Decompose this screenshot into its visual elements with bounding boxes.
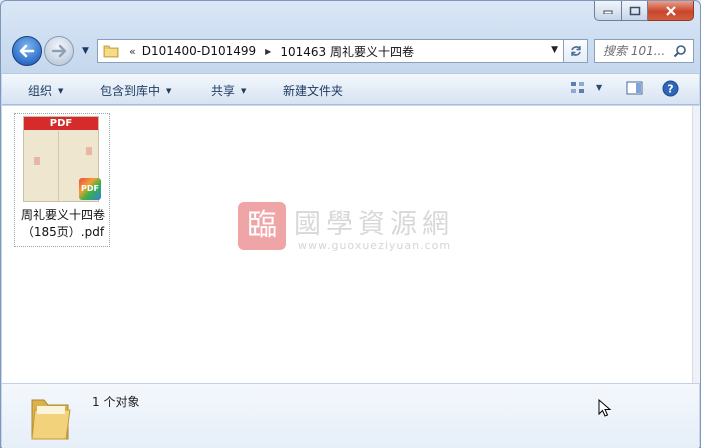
page-divider bbox=[58, 131, 59, 201]
share-menu[interactable]: 共享 ▼ bbox=[211, 82, 246, 99]
chevron-down-icon: ▼ bbox=[241, 87, 247, 95]
forward-arrow-icon bbox=[51, 44, 67, 58]
chevron-down-icon: ▼ bbox=[58, 87, 64, 95]
pdf-thumb-label: PDF bbox=[24, 117, 98, 130]
preview-pane-icon bbox=[626, 81, 643, 95]
folder-icon bbox=[31, 399, 71, 440]
share-label: 共享 bbox=[211, 84, 236, 98]
file-list-pane[interactable]: PDF PDF 周礼要义十四卷（185页）.pdf 臨 國學資源網 www.gu… bbox=[2, 106, 692, 383]
search-input[interactable] bbox=[603, 44, 681, 58]
back-button[interactable] bbox=[12, 36, 42, 66]
seal-mark bbox=[34, 157, 40, 165]
chevron-down-icon: ▼ bbox=[166, 87, 172, 95]
folder-icon bbox=[103, 45, 119, 58]
breadcrumb-current[interactable]: 101463 周礼要义十四卷 bbox=[280, 43, 414, 60]
new-folder-button[interactable]: 新建文件夹 bbox=[283, 82, 343, 99]
close-button[interactable] bbox=[648, 1, 694, 21]
address-history-dropdown[interactable]: ▼ bbox=[551, 45, 558, 55]
item-count: 1 个对象 bbox=[92, 395, 140, 409]
back-arrow-icon bbox=[19, 44, 35, 58]
view-grid-icon bbox=[571, 82, 584, 93]
breadcrumb-parent[interactable]: D101400-D101499 bbox=[142, 44, 256, 58]
preview-pane-button[interactable] bbox=[626, 80, 644, 99]
maximize-button[interactable] bbox=[621, 1, 648, 21]
help-button[interactable]: ? bbox=[662, 80, 679, 100]
navigation-bar: ▼ « D101400-D101499 ▶ 101463 周礼要义十四卷 ▼ bbox=[9, 35, 694, 66]
help-icon: ? bbox=[662, 80, 679, 97]
watermark-title: 國學資源網 bbox=[294, 209, 454, 240]
minimize-button[interactable] bbox=[594, 1, 621, 21]
watermark-url: www.guoxueziyuan.com bbox=[298, 239, 452, 252]
details-pane: 1 个对象 bbox=[2, 383, 699, 448]
mouse-cursor-icon bbox=[598, 399, 612, 417]
svg-text:?: ? bbox=[667, 83, 673, 96]
search-box[interactable] bbox=[594, 39, 694, 63]
refresh-button[interactable] bbox=[564, 39, 588, 63]
file-name-label[interactable]: 周礼要义十四卷（185页）.pdf bbox=[9, 207, 117, 241]
forward-button[interactable] bbox=[44, 36, 74, 66]
command-bar: 组织 ▼ 包含到库中 ▼ 共享 ▼ 新建文件夹 ▼ ? bbox=[2, 73, 699, 105]
caption-buttons bbox=[594, 1, 694, 21]
include-in-library-label: 包含到库中 bbox=[100, 84, 161, 98]
recent-pages-dropdown[interactable]: ▼ bbox=[82, 46, 89, 56]
maximize-icon bbox=[629, 6, 640, 15]
view-options-dropdown[interactable]: ▼ bbox=[596, 83, 602, 92]
explorer-window: ▼ « D101400-D101499 ▶ 101463 周礼要义十四卷 ▼ 搜… bbox=[0, 0, 701, 448]
include-in-library-menu[interactable]: 包含到库中 ▼ bbox=[100, 82, 171, 99]
pdf-file-icon: PDF bbox=[79, 178, 101, 200]
organize-menu[interactable]: 组织 ▼ bbox=[28, 82, 63, 99]
breadcrumb-separator-arrow-icon[interactable]: ▶ bbox=[265, 47, 271, 56]
refresh-icon bbox=[570, 46, 581, 56]
minimize-icon bbox=[603, 10, 613, 14]
vertical-scrollbar[interactable] bbox=[692, 106, 700, 383]
seal-mark bbox=[86, 147, 92, 155]
organize-label: 组织 bbox=[28, 84, 53, 98]
close-icon bbox=[665, 5, 676, 16]
file-item[interactable]: PDF PDF 周礼要义十四卷（185页）.pdf bbox=[14, 113, 110, 247]
address-bar[interactable]: « D101400-D101499 ▶ 101463 周礼要义十四卷 ▼ bbox=[97, 39, 564, 63]
search-icon[interactable] bbox=[673, 44, 687, 58]
watermark-seal: 臨 bbox=[238, 202, 286, 250]
change-view-button[interactable] bbox=[570, 80, 586, 99]
new-folder-label: 新建文件夹 bbox=[283, 84, 344, 98]
breadcrumb-overflow[interactable]: « bbox=[129, 45, 136, 58]
